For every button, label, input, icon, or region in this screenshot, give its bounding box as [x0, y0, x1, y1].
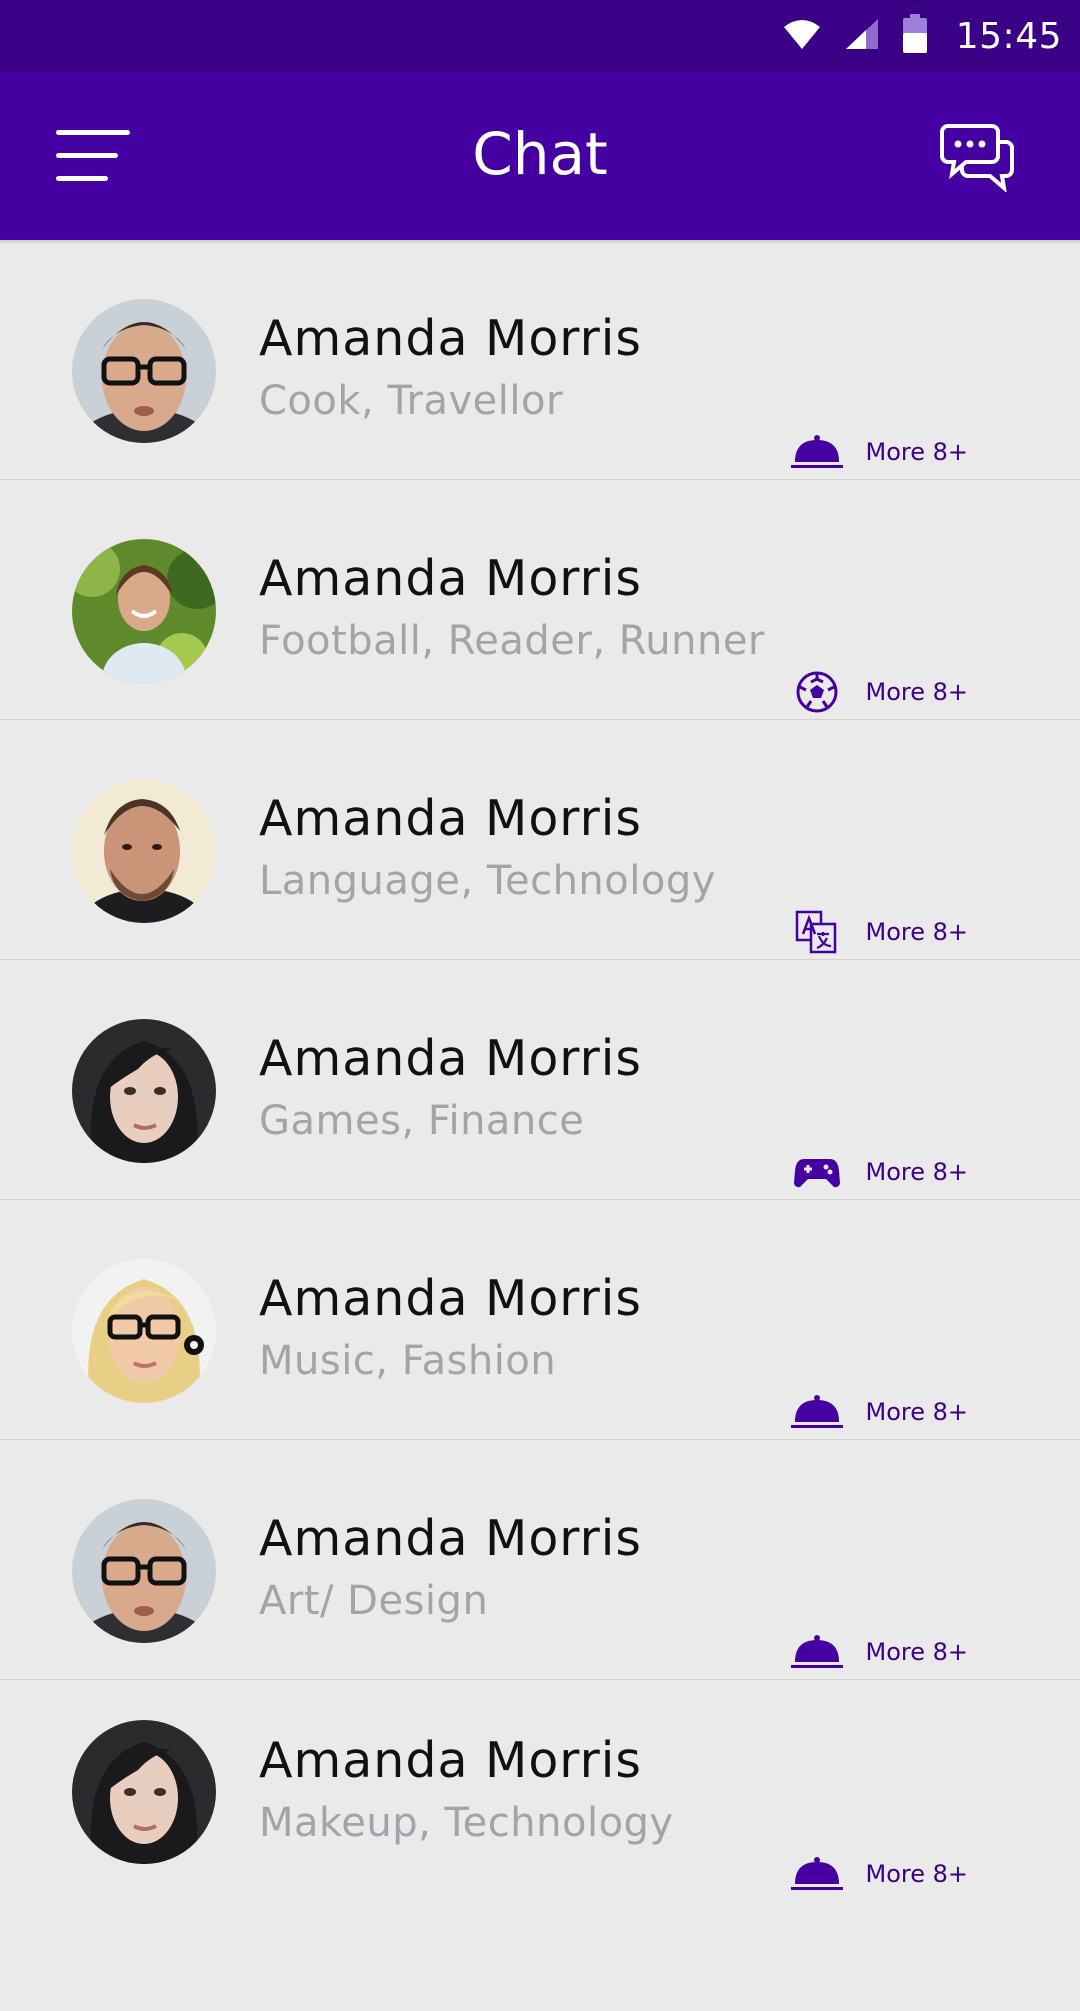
status-icons: 15:45 — [782, 0, 1062, 72]
app-bar: Chat — [0, 72, 1080, 240]
chat-bubbles-icon[interactable] — [940, 122, 1014, 194]
contact-row[interactable]: Amanda Morris Makeup, Technology More 8+ — [0, 1680, 1080, 1920]
interest-indicator: More 8+ — [791, 670, 968, 714]
contact-tags: Games, Finance — [259, 1098, 585, 1144]
soccer-ball-icon — [791, 670, 843, 714]
status-bar: 15:45 — [0, 0, 1080, 72]
contact-name: Amanda Morris — [259, 1510, 642, 1567]
food-cloche-icon — [791, 1852, 844, 1896]
interest-indicator: More 8+ — [791, 1390, 968, 1434]
interest-indicator: More 8+ — [791, 910, 968, 954]
avatar — [72, 299, 216, 443]
food-cloche-icon — [791, 1630, 844, 1674]
contact-row[interactable]: Amanda Morris Language, Technology More … — [0, 720, 1080, 960]
contact-row[interactable]: Amanda Morris Art/ Design More 8+ — [0, 1440, 1080, 1680]
food-cloche-icon — [791, 1390, 844, 1434]
contact-name: Amanda Morris — [259, 790, 642, 847]
wifi-icon — [782, 17, 822, 55]
avatar — [72, 539, 216, 683]
signal-icon — [844, 17, 880, 55]
contact-tags: Language, Technology — [259, 858, 716, 904]
interest-indicator: More 8+ — [791, 1852, 968, 1896]
status-time: 15:45 — [955, 15, 1062, 57]
avatar — [72, 1019, 216, 1163]
contact-tags: Football, Reader, Runner — [259, 618, 765, 664]
contact-row[interactable]: Amanda Morris Games, Finance More 8+ — [0, 960, 1080, 1200]
avatar — [72, 779, 216, 923]
page-title: Chat — [472, 120, 608, 188]
more-label: More 8+ — [865, 918, 968, 946]
contact-list: Amanda Morris Cook, Travellor More 8+ Am… — [0, 240, 1080, 1920]
contact-row[interactable]: Amanda Morris Cook, Travellor More 8+ — [0, 240, 1080, 480]
translate-icon — [791, 910, 843, 954]
interest-indicator: More 8+ — [791, 430, 968, 474]
contact-name: Amanda Morris — [259, 310, 642, 367]
food-cloche-icon — [791, 430, 844, 474]
battery-icon — [902, 14, 928, 58]
more-label: More 8+ — [865, 1398, 968, 1426]
more-label: More 8+ — [865, 678, 968, 706]
avatar — [72, 1259, 216, 1403]
interest-indicator: More 8+ — [791, 1630, 968, 1674]
contact-name: Amanda Morris — [259, 1732, 642, 1789]
contact-tags: Art/ Design — [259, 1578, 489, 1624]
contact-tags: Makeup, Technology — [259, 1800, 674, 1846]
contact-tags: Cook, Travellor — [259, 378, 563, 424]
gamepad-icon — [791, 1150, 843, 1194]
more-label: More 8+ — [865, 1638, 968, 1666]
contact-name: Amanda Morris — [259, 1030, 642, 1087]
interest-indicator: More 8+ — [791, 1150, 968, 1194]
avatar — [72, 1499, 216, 1643]
contact-row[interactable]: Amanda Morris Music, Fashion More 8+ — [0, 1200, 1080, 1440]
contact-tags: Music, Fashion — [259, 1338, 557, 1384]
contact-name: Amanda Morris — [259, 1270, 642, 1327]
contact-name: Amanda Morris — [259, 550, 642, 607]
avatar — [72, 1720, 216, 1864]
more-label: More 8+ — [865, 438, 968, 466]
more-label: More 8+ — [865, 1860, 968, 1888]
contact-row[interactable]: Amanda Morris Football, Reader, Runner M… — [0, 480, 1080, 720]
more-label: More 8+ — [865, 1158, 968, 1186]
